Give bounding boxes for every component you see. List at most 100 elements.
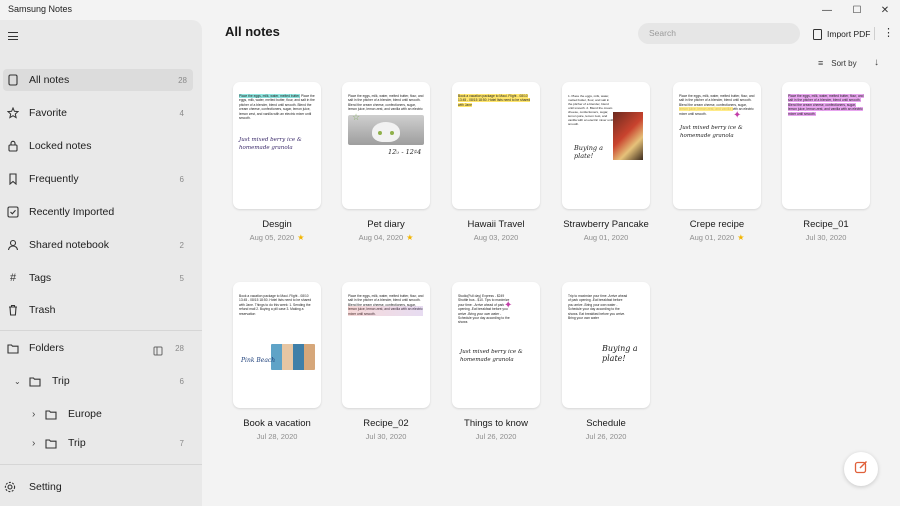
note-preview-text: Place the eggs, milk, water, melted butt… <box>788 94 864 116</box>
note-preview-text: Trip to maximize your time -Arrive ahead… <box>568 294 628 321</box>
sidebar-item-setting[interactable]: Setting <box>0 476 193 498</box>
sort-by-button[interactable]: ≡ Sort by <box>818 58 857 68</box>
title-bar: Samsung Notes — ☐ ✕ <box>0 0 900 20</box>
note-date: Jul 26, 2020 <box>475 432 517 441</box>
notes-icon <box>7 74 19 86</box>
bookmark-icon <box>7 173 19 185</box>
sidebar-item-locked-notes[interactable]: Locked notes <box>0 135 193 157</box>
note-date: Jul 26, 2020 <box>585 432 627 441</box>
handwriting: 12♭ - 12♯4 <box>388 148 422 156</box>
trash-icon <box>7 304 19 316</box>
note-card[interactable]: Place the eggs, milk, water, melted butt… <box>233 82 321 209</box>
handwriting: Buying a plate! <box>602 344 638 363</box>
sidebar-item-label: Setting <box>29 481 62 493</box>
note-card[interactable]: Book a vacation package to Maui. Flight … <box>233 282 321 408</box>
sidebar-item-label: Frequently <box>29 173 79 185</box>
folder-icon <box>45 408 57 420</box>
folder-icon <box>29 375 41 387</box>
sort-by-label: Sort by <box>831 58 857 68</box>
new-note-button[interactable] <box>844 452 878 486</box>
close-icon[interactable]: ✕ <box>870 0 900 20</box>
note-card[interactable]: Book a vacation package to Maui. Flight … <box>452 82 540 209</box>
folder-item-trip-2[interactable]: › Trip 7 <box>0 432 193 454</box>
pdf-icon <box>813 28 822 40</box>
note-title[interactable]: Things to know <box>436 418 556 429</box>
folder-count: 6 <box>179 376 184 386</box>
folder-icon <box>45 437 57 449</box>
search-input[interactable]: Search <box>638 23 800 44</box>
sidebar-item-frequently[interactable]: Frequently 6 <box>0 168 193 190</box>
sidebar-item-favorite[interactable]: Favorite 4 <box>0 102 193 124</box>
page-title: All notes <box>225 24 280 39</box>
note-preview-text: Book a vacation package to Maui. Flight … <box>458 94 531 107</box>
note-title[interactable]: Recipe_01 <box>766 219 886 230</box>
sidebar-item-recently-imported[interactable]: Recently Imported <box>0 201 193 223</box>
note-title[interactable]: Pet diary <box>326 219 446 230</box>
note-title[interactable]: Strawberry Pancake <box>546 219 666 230</box>
photo-collage <box>271 344 315 370</box>
folder-label: Trip <box>52 375 70 387</box>
note-title[interactable]: Book a vacation <box>217 418 337 429</box>
person-icon <box>7 239 19 251</box>
sidebar-item-tags[interactable]: # Tags 5 <box>0 267 193 289</box>
chevron-right-icon[interactable]: › <box>32 409 35 420</box>
note-card[interactable]: Place the eggs, milk, water, melted butt… <box>673 82 761 209</box>
handwriting: Buying a plate! <box>574 144 604 160</box>
note-preview-text: Place the eggs, milk, water, melted butt… <box>239 94 315 121</box>
folder-item-trip[interactable]: ⌄ Trip 6 <box>0 370 193 392</box>
search-placeholder: Search <box>649 28 676 38</box>
folder-icon <box>7 342 19 354</box>
note-date: Aug 03, 2020 <box>473 233 519 242</box>
highlight-mark <box>679 107 733 111</box>
sidebar-item-label: Folders <box>29 342 65 354</box>
note-date: Jul 30, 2020 <box>365 432 407 441</box>
sidebar-item-shared-notebook[interactable]: Shared notebook 2 <box>0 234 193 256</box>
note-title[interactable]: Crepe recipe <box>657 219 777 230</box>
note-card[interactable]: Studio(Full day) Express - $249 Shuttle … <box>452 282 540 408</box>
maximize-icon[interactable]: ☐ <box>842 0 872 20</box>
sidebar-item-count: 2 <box>179 240 184 250</box>
note-date: Aug 04, 2020 ★ <box>358 233 414 242</box>
sidebar-item-count: 4 <box>179 108 184 118</box>
arrow-down-icon[interactable]: ↓ <box>874 57 879 68</box>
note-title[interactable]: Recipe_02 <box>326 418 446 429</box>
sidebar-item-label: Shared notebook <box>29 239 109 251</box>
note-card[interactable]: Place the eggs, milk, water, melted butt… <box>782 82 870 209</box>
doodle-star-icon: ✦ <box>733 110 742 121</box>
minimize-icon[interactable]: — <box>812 0 842 20</box>
note-title[interactable]: Hawaii Travel <box>436 219 556 230</box>
folder-count: 7 <box>179 438 184 448</box>
import-icon <box>7 206 19 218</box>
menu-icon[interactable] <box>8 32 18 41</box>
note-title[interactable]: Desgin <box>217 219 337 230</box>
sidebar-item-count: 6 <box>179 174 184 184</box>
favorite-star-icon[interactable]: ★ <box>737 233 744 242</box>
compose-icon <box>854 460 868 479</box>
favorite-star-icon[interactable]: ★ <box>406 233 413 242</box>
note-card[interactable]: 1. Place the eggs, milk, water, melted b… <box>562 82 650 209</box>
note-date: Aug 05, 2020 ★ <box>249 233 305 242</box>
sidebar-divider <box>0 330 202 331</box>
note-date: Aug 01, 2020 ★ <box>689 233 745 242</box>
folder-manage-icon[interactable] <box>153 343 163 361</box>
note-card[interactable]: Place the eggs, milk, water, melted butt… <box>342 282 430 408</box>
doodle-star-icon: ☆ <box>352 112 361 122</box>
sidebar: All notes 28 Favorite 4 Locked notes Fre… <box>0 20 202 506</box>
app-title: Samsung Notes <box>8 4 73 14</box>
import-pdf-button[interactable]: Import PDF <box>813 27 870 41</box>
note-date: Jul 28, 2020 <box>256 432 298 441</box>
note-card[interactable]: Trip to maximize your time -Arrive ahead… <box>562 282 650 408</box>
sidebar-item-folders[interactable]: Folders 28 <box>0 337 193 359</box>
chevron-down-icon[interactable]: ⌄ <box>14 377 21 386</box>
note-preview-text: Book a vacation package to Maui. Flight … <box>239 294 312 316</box>
sidebar-item-trash[interactable]: Trash <box>0 299 193 321</box>
sidebar-item-all-notes[interactable]: All notes 28 <box>3 69 193 91</box>
folder-item-europe[interactable]: › Europe <box>0 403 193 425</box>
favorite-star-icon[interactable]: ★ <box>297 233 304 242</box>
note-card[interactable]: Place the eggs, milk, water, melted butt… <box>342 82 430 209</box>
more-options-icon[interactable]: ⋮ <box>883 26 894 39</box>
handwriting: Pink Beach <box>241 357 276 364</box>
note-title[interactable]: Schedule <box>546 418 666 429</box>
lock-icon <box>7 140 19 152</box>
chevron-right-icon[interactable]: › <box>32 438 35 449</box>
